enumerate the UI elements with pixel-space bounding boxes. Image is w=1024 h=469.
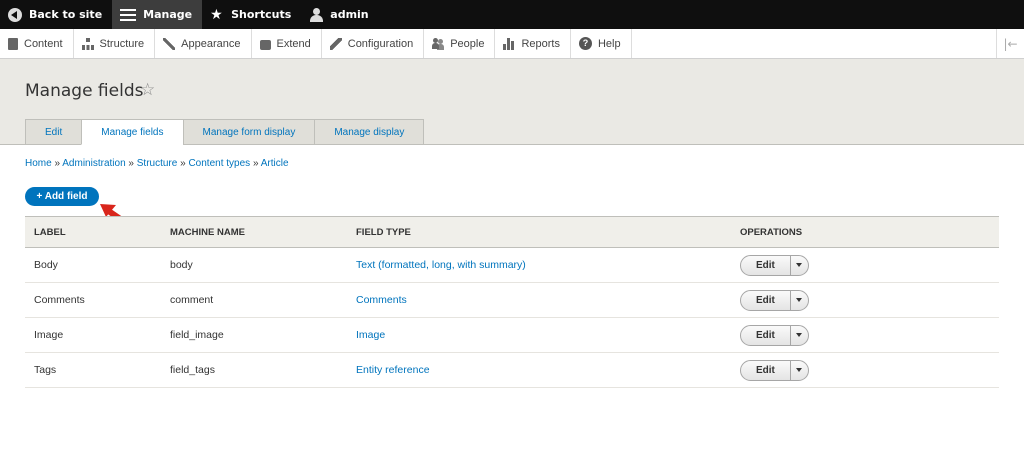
back-to-site-link[interactable]: Back to site xyxy=(0,0,112,29)
tray-item-label: Extend xyxy=(276,37,311,50)
structure-icon xyxy=(81,37,94,50)
breadcrumb-separator: » xyxy=(128,158,134,169)
field-label: Body xyxy=(25,247,161,283)
admin-menu-tray: Content Structure Appearance Extend Conf… xyxy=(0,29,1024,59)
tray-item-label: Structure xyxy=(99,37,145,50)
field-machine-name: body xyxy=(161,247,347,283)
shortcuts-tab[interactable]: ★ Shortcuts xyxy=(202,0,301,29)
manage-tab[interactable]: Manage xyxy=(112,0,203,29)
column-header-machine-name: MACHINE NAME xyxy=(161,216,347,248)
tray-item-label: Help xyxy=(597,37,621,50)
edit-button[interactable]: Edit xyxy=(741,360,791,380)
collapse-icon: |← xyxy=(1003,36,1018,51)
breadcrumb-separator: » xyxy=(252,158,259,169)
chevron-down-icon xyxy=(796,298,803,302)
document-icon xyxy=(8,37,18,50)
admin-toolbar: Back to site Manage ★ Shortcuts admin xyxy=(0,0,1024,29)
back-arrow-icon xyxy=(8,7,22,22)
field-type-link[interactable]: Image xyxy=(356,329,385,341)
people-icon xyxy=(432,37,445,50)
tray-item-people[interactable]: People xyxy=(424,29,496,58)
field-label: Comments xyxy=(25,282,161,318)
chevron-down-icon xyxy=(796,263,803,267)
column-header-label: LABEL xyxy=(25,216,161,248)
manage-label: Manage xyxy=(143,8,193,21)
edit-button[interactable]: Edit xyxy=(741,325,791,345)
column-header-operations: OPERATIONS xyxy=(731,216,999,248)
star-icon: ★ xyxy=(210,6,223,23)
bar-chart-icon xyxy=(503,37,515,50)
page-header: Manage fields ☆ Edit Manage fields Manag… xyxy=(0,59,1024,145)
puzzle-icon xyxy=(259,39,271,50)
tray-item-label: Content xyxy=(24,37,63,50)
wrench-icon xyxy=(329,37,342,50)
tab-manage-fields[interactable]: Manage fields xyxy=(81,119,184,145)
user-tab[interactable]: admin xyxy=(301,0,378,29)
dropdown-toggle[interactable] xyxy=(791,291,808,310)
operations-dropbutton: Edit xyxy=(740,359,809,381)
breadcrumb: Home » Administration » Structure » Cont… xyxy=(25,158,289,169)
tray-item-content[interactable]: Content xyxy=(0,29,74,58)
operations-dropbutton: Edit xyxy=(740,254,809,276)
field-machine-name: comment xyxy=(161,282,347,318)
chevron-down-icon xyxy=(796,333,803,337)
tray-item-structure[interactable]: Structure xyxy=(74,29,156,58)
edit-button[interactable]: Edit xyxy=(741,255,791,275)
dropdown-toggle[interactable] xyxy=(791,326,808,345)
breadcrumb-separator: » xyxy=(54,158,61,169)
field-label: Tags xyxy=(25,352,161,388)
field-label: Image xyxy=(25,317,161,353)
breadcrumb-separator: » xyxy=(180,158,186,169)
tray-item-label: Appearance xyxy=(181,37,241,50)
back-to-site-label: Back to site xyxy=(29,8,103,21)
add-field-button[interactable]: + Add field xyxy=(25,187,99,206)
field-type-link[interactable]: Entity reference xyxy=(356,364,430,376)
collapse-tray-button[interactable]: |← xyxy=(996,29,1024,58)
table-header-row: LABEL MACHINE NAME FIELD TYPE OPERATIONS xyxy=(25,216,999,248)
table-row: Body body Text (formatted, long, with su… xyxy=(25,247,999,283)
dropdown-toggle[interactable] xyxy=(791,361,808,380)
table-row: Comments comment Comments Edit xyxy=(25,282,999,318)
add-shortcut-star-icon[interactable]: ☆ xyxy=(140,80,155,100)
help-icon: ? xyxy=(578,37,592,50)
tab-manage-display[interactable]: Manage display xyxy=(314,119,425,145)
field-type-link[interactable]: Text (formatted, long, with summary) xyxy=(356,259,526,271)
field-type-link[interactable]: Comments xyxy=(356,294,407,306)
page-title: Manage fields xyxy=(25,81,144,101)
shortcuts-label: Shortcuts xyxy=(231,8,292,21)
tray-item-configuration[interactable]: Configuration xyxy=(322,29,425,58)
fields-table: LABEL MACHINE NAME FIELD TYPE OPERATIONS… xyxy=(25,216,999,388)
edit-button[interactable]: Edit xyxy=(741,290,791,310)
breadcrumb-content-types[interactable]: Content types xyxy=(188,158,250,169)
table-row: Tags field_tags Entity reference Edit xyxy=(25,352,999,388)
primary-tabs: Edit Manage fields Manage form display M… xyxy=(25,119,425,145)
column-header-field-type: FIELD TYPE xyxy=(347,216,731,248)
breadcrumb-home[interactable]: Home xyxy=(25,158,52,169)
user-icon xyxy=(309,7,324,22)
tray-item-help[interactable]: ? Help xyxy=(571,29,632,58)
operations-dropbutton: Edit xyxy=(740,324,809,346)
chevron-down-icon xyxy=(796,368,803,372)
tab-manage-form-display[interactable]: Manage form display xyxy=(182,119,316,145)
brush-icon xyxy=(163,37,176,50)
operations-dropbutton: Edit xyxy=(740,289,809,311)
tray-item-appearance[interactable]: Appearance xyxy=(155,29,252,58)
tray-item-label: Configuration xyxy=(347,37,414,50)
hamburger-menu-icon xyxy=(120,8,137,22)
table-row: Image field_image Image Edit xyxy=(25,317,999,353)
breadcrumb-article[interactable]: Article xyxy=(261,158,289,169)
tray-item-label: People xyxy=(450,37,485,50)
tray-item-extend[interactable]: Extend xyxy=(252,29,322,58)
tray-item-reports[interactable]: Reports xyxy=(495,29,571,58)
breadcrumb-administration[interactable]: Administration xyxy=(62,158,125,169)
field-machine-name: field_tags xyxy=(161,352,347,388)
breadcrumb-structure[interactable]: Structure xyxy=(137,158,178,169)
dropdown-toggle[interactable] xyxy=(791,256,808,275)
tab-edit[interactable]: Edit xyxy=(25,119,83,145)
field-machine-name: field_image xyxy=(161,317,347,353)
user-label: admin xyxy=(330,8,369,21)
tray-item-label: Reports xyxy=(521,37,560,50)
